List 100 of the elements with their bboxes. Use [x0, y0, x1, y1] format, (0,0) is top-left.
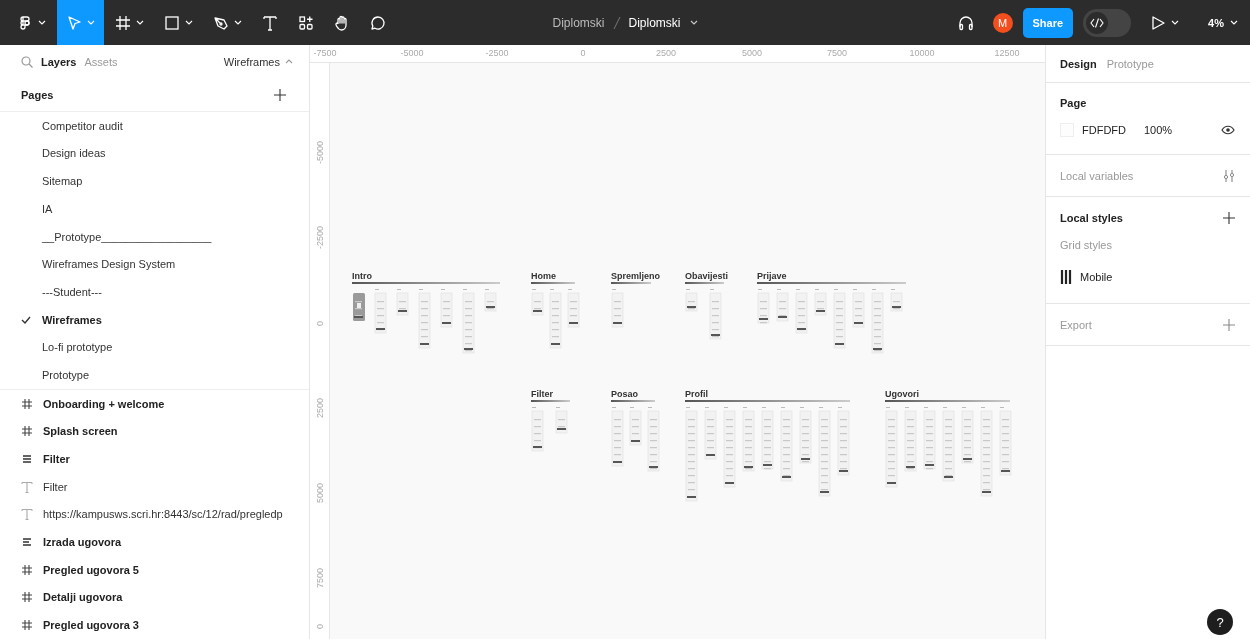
layer-item[interactable]: Izrada ugovora — [0, 528, 309, 556]
section-label: Prijave — [757, 271, 788, 281]
comment-icon — [370, 14, 386, 31]
frame-icon — [21, 563, 33, 576]
sliders-icon — [1223, 169, 1235, 182]
page-item[interactable]: ---Student--- — [0, 278, 309, 306]
wireframes-drawing — [531, 407, 568, 452]
shapes-icon — [298, 14, 314, 31]
page-item[interactable]: __Prototype__________________ — [0, 222, 309, 251]
text-icon — [21, 508, 33, 521]
ruler-label: 12500 — [994, 48, 1020, 58]
ruler-label: 0 — [314, 622, 326, 631]
caret-icon — [1171, 20, 1180, 25]
zoom-menu[interactable]: 4% — [1198, 16, 1242, 29]
text-icon — [21, 480, 33, 493]
caret-icon — [136, 20, 144, 25]
wireframes-drawing — [531, 289, 580, 349]
frame-icon — [21, 591, 33, 604]
page-item[interactable]: Wireframes — [0, 305, 309, 334]
search-icon — [21, 55, 33, 68]
section-title: Page — [1060, 96, 1088, 111]
pen-icon — [213, 14, 229, 31]
section-label: Filter — [531, 389, 554, 399]
section-label: Ugovori — [885, 389, 920, 399]
layer-item[interactable]: Filter — [0, 445, 309, 473]
layer-item[interactable]: Detalji ugovora — [0, 583, 309, 612]
plus-icon — [1223, 212, 1235, 224]
rectangle-icon — [164, 14, 180, 31]
frame-icon — [21, 619, 33, 632]
layer-item[interactable]: Pregled ugovora 3 — [0, 611, 309, 639]
plus-icon — [1223, 318, 1235, 331]
ruler-label: -2500 — [485, 48, 509, 58]
ruler-label: 7500 — [314, 567, 326, 590]
color-value[interactable]: FDFDFD — [1082, 124, 1144, 136]
dev-mode-toggle[interactable] — [1083, 8, 1132, 37]
ruler-label: 2500 — [314, 397, 326, 420]
layer-item[interactable]: Pregled ugovora 5 — [0, 555, 309, 584]
code-icon — [1090, 17, 1105, 28]
page-item[interactable]: Wireframes Design System — [0, 250, 309, 279]
slash-icon — [612, 15, 621, 30]
ruler-label: -2500 — [314, 224, 326, 251]
section-title: Export — [1060, 318, 1092, 331]
stack-icon — [21, 453, 33, 466]
layer-item[interactable]: Filter — [0, 472, 309, 501]
frame-icon — [21, 425, 33, 438]
ruler-label: -5000 — [314, 139, 326, 166]
layer-item[interactable]: Onboarding + welcome — [0, 389, 309, 418]
play-icon — [1150, 14, 1167, 31]
page-item[interactable]: Prototype — [0, 361, 309, 389]
ruler-label: 0 — [314, 319, 326, 328]
page-selector[interactable]: Wireframes — [223, 55, 293, 68]
layer-item[interactable]: Splash screen — [0, 417, 309, 446]
check-icon — [21, 315, 31, 324]
opacity-value[interactable]: 100% — [1144, 124, 1221, 136]
caret-icon — [38, 20, 46, 25]
caret-icon — [185, 20, 193, 25]
section-label: Posao — [611, 389, 639, 399]
caret-icon — [87, 20, 95, 25]
page-item[interactable]: Design ideas — [0, 139, 309, 168]
cursor-icon — [66, 14, 82, 31]
plus-icon — [274, 88, 286, 101]
ruler-label: 10000 — [909, 48, 935, 58]
panel-tab[interactable]: Design — [1060, 57, 1097, 70]
section-title: Pages — [21, 88, 54, 101]
ruler-label: 7500 — [827, 48, 847, 58]
page-item[interactable]: IA — [0, 195, 309, 223]
grid-columns-icon — [1060, 270, 1072, 284]
style-item[interactable]: Mobile — [1060, 259, 1235, 295]
frame-icon — [115, 14, 131, 31]
wireframes-drawing — [611, 407, 660, 472]
ruler-label: 0 — [580, 48, 586, 58]
page-item[interactable]: Competitor audit — [0, 111, 309, 140]
headphones-icon — [957, 14, 974, 31]
section-label: Profil — [685, 389, 709, 399]
user-avatar[interactable]: M — [992, 12, 1013, 33]
align-left-icon — [21, 536, 33, 549]
section-title: Local styles — [1060, 212, 1123, 224]
file-name-button[interactable]: Diplomski — [628, 15, 698, 30]
text-icon — [262, 14, 278, 31]
wireframes-drawing — [611, 289, 624, 328]
caret-icon — [234, 20, 242, 25]
panel-tab[interactable]: Layers — [41, 55, 77, 68]
layer-item[interactable]: https://kampusws.scri.hr:8443/sc/12/rad/pregledp — [0, 500, 309, 529]
figma-logo-icon — [17, 14, 33, 31]
chevron-up-icon — [285, 59, 293, 65]
section-title: Local variables — [1060, 169, 1134, 182]
ruler-label: 5000 — [314, 482, 326, 505]
project-name[interactable]: Diplomski — [552, 15, 605, 30]
caret-icon — [689, 20, 698, 25]
ruler-label: -7500 — [313, 48, 337, 58]
subsection-title: Grid styles — [1060, 239, 1113, 253]
page-item[interactable]: Sitemap — [0, 167, 309, 195]
section-label: Spremljeno — [611, 271, 660, 281]
hand-icon — [334, 14, 350, 31]
section-label: Obavijesti — [685, 271, 729, 281]
page-item[interactable]: Lo-fi prototype — [0, 333, 309, 362]
section-label: Intro — [352, 271, 373, 281]
ruler-label: -5000 — [400, 48, 424, 58]
ruler-label: 2500 — [656, 48, 676, 58]
wireframes-drawing — [685, 289, 722, 340]
